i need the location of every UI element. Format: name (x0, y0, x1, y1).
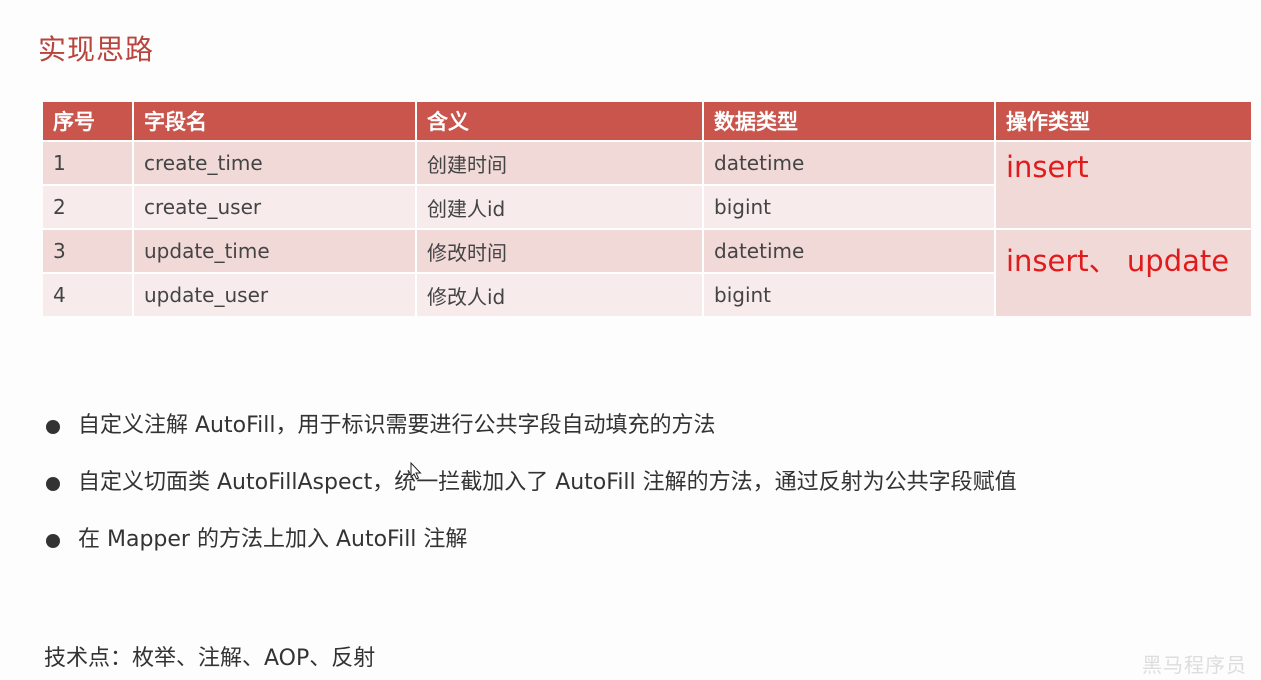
bullet-text: 在 Mapper 的方法上加入 AutoFill 注解 (78, 527, 468, 552)
cell-type: datetime (703, 228, 996, 273)
bullet-dot-icon (46, 477, 60, 491)
cell-field: update_time (133, 228, 417, 273)
cell-no: 3 (43, 228, 134, 273)
page-title: 实现思路 (38, 33, 155, 66)
cell-field: create_time (133, 140, 417, 185)
header-type: 数据类型 (703, 102, 996, 141)
cell-meaning: 修改人id (416, 272, 704, 316)
cell-operation-insert: insert (995, 140, 1251, 229)
fields-table: 序号 字段名 含义 数据类型 操作类型 1 create_time 创建时间 d… (43, 102, 1251, 316)
cell-field: update_user (133, 272, 417, 316)
bullet-text: 自定义切面类 AutoFillAspect，统一拦截加入了 AutoFill 注… (78, 470, 1017, 495)
cell-field: create_user (133, 184, 417, 229)
bullet-dot-icon (46, 534, 60, 548)
cell-type: bigint (703, 184, 996, 229)
header-field: 字段名 (133, 102, 417, 141)
bullet-item: 自定义注解 AutoFill，用于标识需要进行公共字段自动填充的方法 (44, 408, 1017, 465)
cell-type: bigint (703, 272, 996, 316)
table-row: 3 update_time 修改时间 datetime insert、 upda… (43, 228, 1251, 316)
cell-type: datetime (703, 140, 996, 185)
watermark: 黑马程序员 (1142, 653, 1247, 677)
tech-points: 技术点：枚举、注解、AOP、反射 (44, 646, 376, 671)
cell-meaning: 修改时间 (416, 228, 704, 273)
bullet-text: 自定义注解 AutoFill，用于标识需要进行公共字段自动填充的方法 (78, 413, 716, 438)
header-operation: 操作类型 (995, 102, 1251, 141)
header-meaning: 含义 (416, 102, 704, 141)
slide: 实现思路 序号 字段名 含义 数据类型 操作类型 1 create_time 创… (0, 0, 1261, 680)
cell-no: 2 (43, 184, 134, 229)
table-row: 1 create_time 创建时间 datetime insert (43, 140, 1251, 229)
table-header-row: 序号 字段名 含义 数据类型 操作类型 (43, 102, 1251, 141)
cell-meaning: 创建时间 (416, 140, 704, 185)
bullet-item: 在 Mapper 的方法上加入 AutoFill 注解 (44, 522, 1017, 579)
bullet-dot-icon (46, 420, 60, 434)
cell-no: 1 (43, 140, 134, 185)
header-no: 序号 (43, 102, 134, 141)
bullet-list: 自定义注解 AutoFill，用于标识需要进行公共字段自动填充的方法 自定义切面… (44, 408, 1017, 579)
cell-no: 4 (43, 272, 134, 316)
mouse-cursor-icon (410, 462, 422, 480)
bullet-item: 自定义切面类 AutoFillAspect，统一拦截加入了 AutoFill 注… (44, 465, 1017, 522)
cell-operation-insert-update: insert、 update (995, 228, 1251, 316)
cell-meaning: 创建人id (416, 184, 704, 229)
